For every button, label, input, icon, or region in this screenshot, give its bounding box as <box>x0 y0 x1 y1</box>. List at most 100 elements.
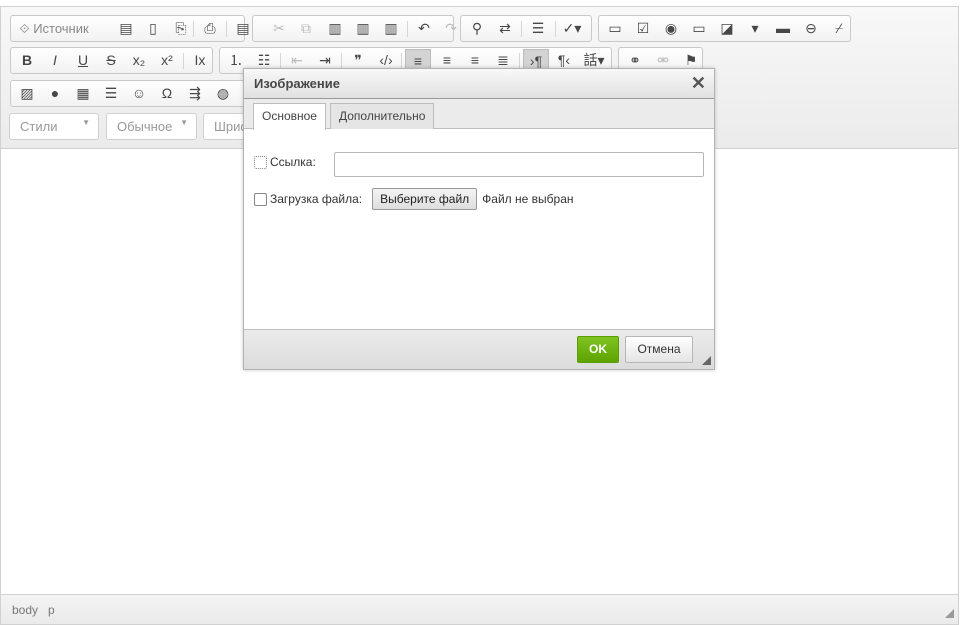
replace-icon: ⇄ <box>499 20 511 36</box>
separator <box>183 53 184 69</box>
iframe-button[interactable]: ◍ <box>210 82 236 105</box>
preview-button[interactable]: ⎘ <box>168 17 194 40</box>
separator <box>226 21 227 37</box>
paste-text-button[interactable]: ▥ <box>350 17 376 40</box>
smiley-button[interactable]: ☺ <box>126 82 152 105</box>
separator <box>193 21 194 37</box>
form-button[interactable]: ▭ <box>602 17 628 40</box>
find-button[interactable]: ⚲ <box>464 17 490 40</box>
path-p[interactable]: p <box>48 603 55 617</box>
select-field-button[interactable]: ▾ <box>742 17 768 40</box>
superscript-icon: x² <box>161 52 173 68</box>
url-input[interactable] <box>334 152 704 177</box>
dialog-resize-handle[interactable] <box>702 356 711 365</box>
numbered-list-icon: ⒈ <box>229 52 243 68</box>
save-button[interactable]: ▤ <box>113 17 139 40</box>
image-button[interactable]: ▨ <box>14 82 40 105</box>
textarea-button[interactable]: ◪ <box>714 17 740 40</box>
page-break-icon: ⇶ <box>189 85 201 101</box>
path-body[interactable]: body <box>12 603 38 617</box>
special-char-button[interactable]: Ω <box>154 82 180 105</box>
strike-icon: S <box>106 52 116 68</box>
blockquote-icon: ❞ <box>354 52 362 68</box>
preview-icon: ⎘ <box>175 20 187 36</box>
hidden-field-icon: ⌿ <box>834 20 844 36</box>
hidden-field-button[interactable]: ⌿ <box>826 17 852 40</box>
source-button[interactable]: ⟐ Источник <box>14 17 94 40</box>
styles-label: Стили <box>20 119 58 134</box>
paste-button[interactable]: ▥ <box>322 17 348 40</box>
cancel-button[interactable]: Отмена <box>625 336 693 363</box>
paste-icon: ▥ <box>328 20 342 36</box>
table-button[interactable]: ▦ <box>70 82 96 105</box>
image-icon: ▨ <box>20 85 34 101</box>
ok-button[interactable]: OK <box>577 336 619 363</box>
radio-button[interactable]: ◉ <box>658 17 684 40</box>
resize-handle[interactable] <box>945 609 954 618</box>
bold-button[interactable]: B <box>14 49 40 72</box>
iframe-icon: ◍ <box>216 85 230 101</box>
dialog-title: Изображение <box>244 69 714 99</box>
special-char-icon: Ω <box>161 85 173 101</box>
tab-basic[interactable]: Основное <box>253 103 326 130</box>
flash-button[interactable]: ● <box>42 82 68 105</box>
italic-icon: I <box>53 52 57 68</box>
copy-icon: ⧉ <box>301 20 311 36</box>
undo-button[interactable]: ↶ <box>411 17 437 40</box>
page-break-button[interactable]: ⇶ <box>182 82 208 105</box>
spellcheck-icon: ✓▾ <box>562 20 582 36</box>
text-field-icon: ▭ <box>692 20 706 36</box>
outdent-icon: ⇤ <box>291 52 303 68</box>
underline-icon: U <box>77 52 89 68</box>
copy-button[interactable]: ⧉ <box>293 17 319 40</box>
checkbox-button[interactable]: ☑ <box>630 17 656 40</box>
choose-file-button[interactable]: Выберите файл <box>372 188 478 210</box>
file-status: Файл не выбран <box>482 192 574 206</box>
new-page-button[interactable]: ▯ <box>140 17 166 40</box>
image-button-button[interactable]: ⊖ <box>798 17 824 40</box>
tab-advanced[interactable]: Дополнительно <box>330 103 435 129</box>
replace-button[interactable]: ⇄ <box>492 17 518 40</box>
language-icon: 話▾ <box>583 52 605 68</box>
toolbar-group: ✂ ⧉ ▥ ▥ ▥ ↶ ↷ <box>252 15 457 42</box>
button-field-button[interactable]: ▬ <box>770 17 796 40</box>
format-combo[interactable]: Обычное ▼ <box>106 113 197 140</box>
flash-icon: ● <box>50 85 60 101</box>
source-label: Источник <box>33 21 89 36</box>
select-all-button[interactable]: ☰ <box>525 17 551 40</box>
strike-button[interactable]: S <box>98 49 124 72</box>
url-checkbox[interactable] <box>254 155 267 169</box>
textarea-icon: ◪ <box>720 20 734 36</box>
remove-format-icon: Ix <box>194 52 206 68</box>
horizontal-rule-icon: ☰ <box>104 85 118 101</box>
remove-format-button[interactable]: Ix <box>187 49 213 72</box>
templates-icon: ▤ <box>236 20 250 36</box>
new-page-icon: ▯ <box>149 20 157 36</box>
cut-button[interactable]: ✂ <box>266 17 292 40</box>
paste-word-button[interactable]: ▥ <box>378 17 404 40</box>
button-field-icon: ▬ <box>776 20 790 36</box>
align-center-icon: ≡ <box>442 52 452 68</box>
separator <box>555 21 556 37</box>
text-field-button[interactable]: ▭ <box>686 17 712 40</box>
anchor-icon: ⚑ <box>684 52 698 68</box>
checkbox-icon: ☑ <box>636 20 650 36</box>
subscript-button[interactable]: x₂ <box>126 49 152 72</box>
italic-button[interactable]: I <box>42 49 68 72</box>
toolbar-group: ⟐ Источник ▤ ▯ ⎘ ⎙ ▤ <box>10 15 250 42</box>
styles-combo[interactable]: Стили ▼ <box>9 113 99 140</box>
close-icon[interactable]: ✕ <box>691 73 706 94</box>
upload-checkbox[interactable] <box>254 192 267 206</box>
upload-label: Загрузка файла: <box>270 192 363 206</box>
print-button[interactable]: ⎙ <box>197 17 223 40</box>
superscript-button[interactable]: x² <box>154 49 180 72</box>
toolbar-group: ▨●▦☰☺Ω⇶◍▣ <box>10 80 260 107</box>
dialog-footer: OK Отмена <box>244 329 714 369</box>
spellcheck-button[interactable]: ✓▾ <box>559 17 585 40</box>
horizontal-rule-button[interactable]: ☰ <box>98 82 124 105</box>
bold-icon: B <box>21 52 33 68</box>
print-icon: ⎙ <box>204 20 216 36</box>
justify-icon: ≣ <box>497 52 509 68</box>
undo-icon: ↶ <box>418 20 430 36</box>
underline-button[interactable]: U <box>70 49 96 72</box>
